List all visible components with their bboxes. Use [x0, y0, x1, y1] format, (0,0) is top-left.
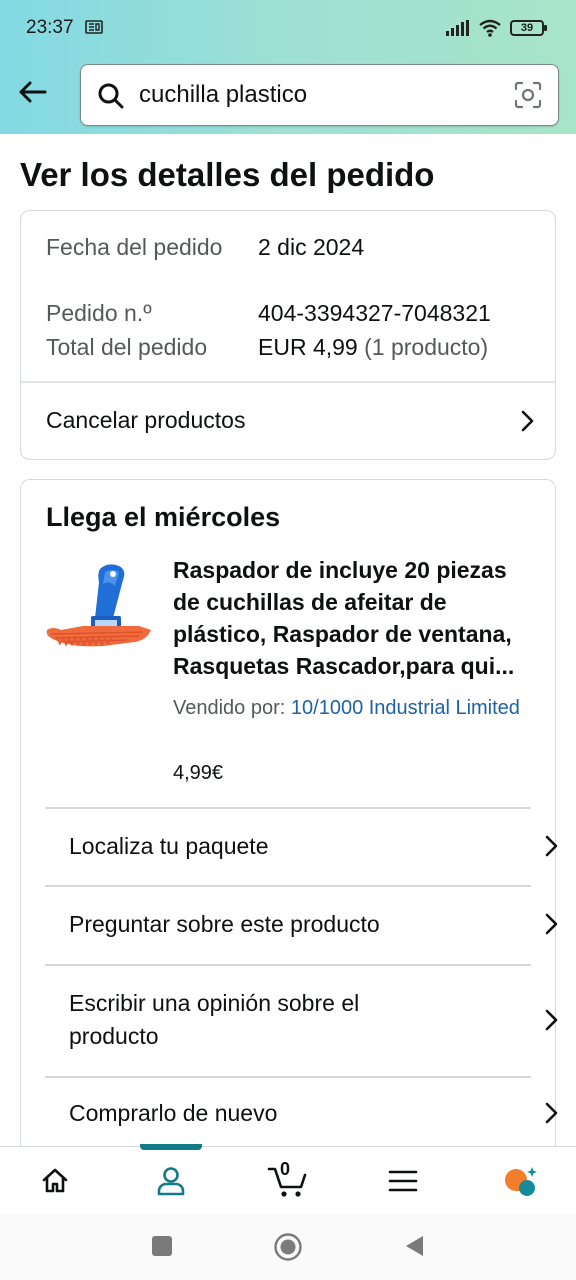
- delivery-title: Llega el miércoles: [46, 502, 281, 532]
- order-date-label: Fecha del pedido: [46, 234, 223, 260]
- active-tab-indicator: [140, 1144, 202, 1150]
- cancel-products-label: Cancelar productos: [46, 407, 246, 433]
- system-navigation-bar: [0, 1214, 576, 1280]
- app-header: 23:37 39 cuchilla plastico: [0, 0, 576, 134]
- shipment-card: Llega el miércoles Raspador de incluye 2…: [20, 479, 558, 1146]
- seller-prefix: Vendido por:: [173, 697, 286, 719]
- track-package-label: Localiza tu paquete: [69, 833, 269, 859]
- menu-icon: [388, 1170, 418, 1192]
- seller-info: Vendido por: 10/1000 Industrial Limited: [173, 692, 533, 725]
- chevron-right-icon: [545, 1102, 558, 1124]
- order-details-content: Ver los detalles del pedido Fecha del pe…: [0, 134, 576, 1146]
- home-button-icon[interactable]: [273, 1232, 303, 1262]
- cart-count: 0: [280, 1159, 291, 1179]
- product-image[interactable]: [43, 560, 155, 660]
- arrow-left-icon: [19, 81, 47, 103]
- search-bar[interactable]: cuchilla plastico: [80, 64, 559, 126]
- nav-cart[interactable]: 0: [266, 1159, 310, 1201]
- product-title[interactable]: Raspador de incluye 20 piezas de cuchill…: [173, 554, 538, 682]
- search-input[interactable]: cuchilla plastico: [139, 81, 307, 109]
- status-bar: 23:37 39: [0, 0, 576, 58]
- nav-account[interactable]: [151, 1161, 191, 1201]
- page-title: Ver los detalles del pedido: [20, 156, 435, 193]
- battery-level: 39: [520, 22, 534, 34]
- wifi-icon: [479, 19, 501, 37]
- rufus-icon: [505, 1167, 537, 1196]
- cancel-products-row[interactable]: Cancelar productos: [21, 382, 555, 459]
- nav-rufus[interactable]: [500, 1161, 540, 1201]
- status-indicators: 39: [446, 18, 547, 38]
- camera-lens-icon[interactable]: [514, 81, 542, 109]
- chevron-right-icon: [545, 913, 558, 935]
- order-total-count: (1 producto): [364, 334, 489, 360]
- account-icon: [157, 1167, 185, 1196]
- chevron-right-icon: [545, 1009, 558, 1031]
- order-number-value: 404-3394327-7048321: [258, 300, 491, 326]
- order-total-amount: EUR 4,99: [258, 334, 358, 360]
- order-date-value: 2 dic 2024: [258, 234, 365, 260]
- back-button[interactable]: [14, 74, 50, 110]
- ask-product-question-row[interactable]: Preguntar sobre este producto: [69, 886, 558, 964]
- product-price: 4,99€: [173, 762, 224, 784]
- buy-again-row[interactable]: Comprarlo de nuevo: [69, 1077, 558, 1146]
- signal-icon: [446, 20, 469, 36]
- nav-menu[interactable]: [383, 1161, 423, 1201]
- seller-link[interactable]: 10/1000 Industrial Limited: [291, 697, 520, 719]
- back-nav-icon[interactable]: [403, 1234, 425, 1258]
- write-review-label: Escribir una opinión sobre el producto: [69, 990, 360, 1049]
- bottom-navigation: 0: [0, 1144, 576, 1214]
- status-time: 23:37: [26, 17, 74, 38]
- home-icon: [42, 1168, 68, 1193]
- search-icon: [98, 83, 124, 109]
- recent-apps-icon[interactable]: [151, 1235, 173, 1257]
- chevron-right-icon: [521, 410, 534, 431]
- order-total-label: Total del pedido: [46, 334, 208, 360]
- notification-icon: [85, 20, 103, 34]
- order-summary-card: Fecha del pedido 2 dic 2024 Pedido n.º 4…: [20, 210, 556, 460]
- write-review-row[interactable]: Escribir una opinión sobre el producto: [69, 965, 558, 1076]
- battery-icon: 39: [510, 20, 547, 36]
- buy-again-label: Comprarlo de nuevo: [69, 1100, 278, 1126]
- chevron-right-icon: [545, 835, 558, 857]
- order-number-label: Pedido n.º: [46, 300, 152, 326]
- track-package-row[interactable]: Localiza tu paquete: [69, 808, 558, 885]
- ask-product-question-label: Preguntar sobre este producto: [69, 911, 380, 937]
- nav-home[interactable]: [35, 1161, 75, 1201]
- order-total-value: EUR 4,99 (1 producto): [258, 331, 488, 364]
